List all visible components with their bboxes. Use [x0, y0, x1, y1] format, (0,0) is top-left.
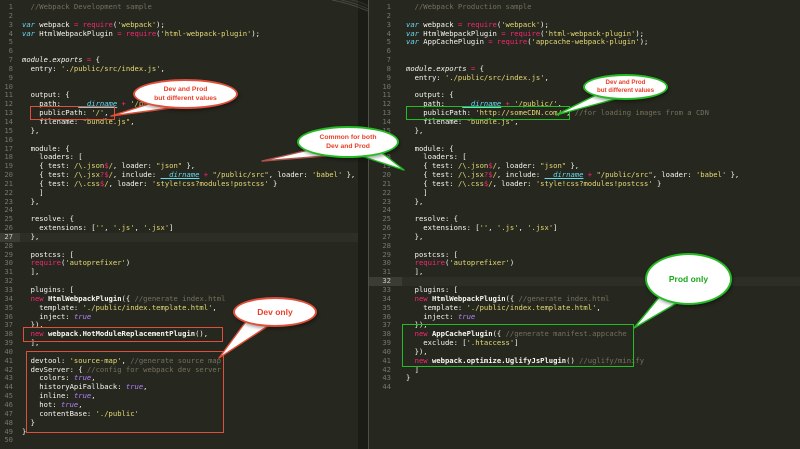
code-line[interactable]: 1 //Webpack Production sample [369, 2, 800, 12]
annotation-bubble-prod-diff-values: Dev and Prod but different values [583, 74, 668, 100]
bubble-text: Dev and Prod [605, 78, 646, 86]
editor-window: 1 //Webpack Development sample 2 3 var webp… [0, 0, 800, 449]
annotation-bubble-dev-diff-values: Dev and Prod but different values [133, 79, 238, 109]
line-number: 7 [386, 55, 391, 65]
annotation-box-dev-hmr-plugin-box [23, 326, 223, 342]
code-line[interactable]: 1 //Webpack Development sample [0, 2, 358, 12]
code-text: extensions: ['', '.js', '.jsx'] [406, 223, 558, 233]
code-line[interactable]: 26 extensions: ['', '.js', '.jsx'] [369, 223, 800, 233]
code-line[interactable]: 6 [369, 46, 800, 56]
line-number: 44 [382, 382, 391, 392]
code-line[interactable]: 22 ] [0, 188, 358, 198]
code-text: { test: /\.css$/, loader: 'style!css?mod… [22, 178, 278, 188]
code-text: entry: './public/src/index.js', [22, 63, 165, 73]
code-text: ], [22, 267, 40, 277]
line-number: 5 [386, 37, 391, 47]
code-line[interactable]: 21 { test: /\.css$/, loader: 'style!css?… [369, 178, 800, 189]
code-line[interactable]: 5 [0, 38, 358, 47]
bubble-text: but different values [154, 95, 217, 102]
line-number: 1 [386, 2, 391, 11]
code-line[interactable]: 23 }, [369, 196, 800, 207]
code-line[interactable]: 9 entry: './public/src/index.js', [369, 72, 800, 83]
code-text: }, [406, 125, 424, 135]
bubble-text: Dev and Prod [326, 143, 370, 150]
code-text: var AppCachePlugin = require('appcache-w… [406, 37, 649, 47]
bubble-text: but different values [596, 87, 655, 94]
bubble-text: Prod only [668, 273, 709, 284]
code-line[interactable]: 36 inject: true [369, 312, 800, 322]
code-line[interactable]: 50 [0, 435, 358, 445]
annotation-bubble-common-both: Common for both Dev and Prod [297, 126, 399, 158]
code-line[interactable]: 30 require('autoprefixer') [369, 259, 800, 268]
annotation-box-prod-plugins-box [402, 324, 634, 367]
bubble-text: Common for both [319, 134, 377, 141]
code-line[interactable]: 8 entry: './public/src/index.js', [0, 63, 358, 74]
code-text: ], [406, 267, 424, 277]
line-number: 8 [386, 63, 391, 73]
code-line[interactable]: 27 }, [0, 231, 358, 242]
editor-pane-production[interactable]: 1 //Webpack Production sample 2 3 var webpa… [369, 0, 800, 449]
code-line[interactable]: 44 [369, 382, 800, 392]
code-text: }, [22, 231, 40, 241]
code-line[interactable]: 22 ] [369, 188, 800, 198]
bubble-text: Dev and Prod [163, 86, 208, 93]
annotation-box-dev-publicpath-box [30, 105, 115, 120]
code-line[interactable]: 21 { test: /\.css$/, loader: 'style!css?… [0, 178, 358, 189]
annotation-bubble-prod-only: Prod only [645, 253, 732, 305]
pane-divider[interactable] [358, 0, 369, 449]
code-line[interactable]: 23 }, [0, 196, 358, 207]
line-number: 50 [4, 435, 13, 445]
code-text: }, [22, 196, 40, 206]
code-text: }, [22, 125, 40, 135]
code-line[interactable]: 30 require('autoprefixer') [0, 259, 358, 268]
code-line[interactable]: 15 }, [369, 125, 800, 136]
line-number: 4 [386, 28, 391, 38]
code-text: extensions: ['', '.js', '.jsx'] [22, 223, 174, 233]
annotation-box-prod-publicpath-box [406, 105, 570, 120]
bubble-text: Dev only [257, 306, 293, 317]
code-text: }, [406, 231, 424, 241]
code-line[interactable]: 31 ], [0, 267, 358, 277]
code-text: { test: /\.css$/, loader: 'style!css?mod… [406, 178, 662, 188]
code-text: entry: './public/src/index.js', [406, 72, 549, 82]
line-number: 6 [386, 46, 391, 56]
code-line[interactable]: 31 ], [369, 267, 800, 277]
code-text: } [406, 373, 411, 383]
code-line[interactable]: 43} [369, 374, 800, 383]
line-number: 2 [386, 10, 391, 20]
code-text: //Webpack Production sample [406, 2, 532, 11]
annotation-bubble-dev-only: Dev only [233, 297, 317, 327]
code-line[interactable]: 5 var AppCachePlugin = require('appcache-… [369, 37, 800, 47]
code-line[interactable]: 26 extensions: ['', '.js', '.jsx'] [0, 223, 358, 233]
code-line[interactable]: 4 var HtmlWebpackPlugin = require('html-w… [0, 28, 358, 39]
code-text: }, [406, 196, 424, 206]
code-line[interactable]: 27 }, [369, 231, 800, 242]
code-text: var HtmlWebpackPlugin = require('html-we… [22, 28, 261, 38]
code-text: //Webpack Development sample [22, 2, 152, 11]
annotation-box-dev-devserver-box [26, 351, 224, 433]
line-number: 3 [386, 19, 391, 29]
